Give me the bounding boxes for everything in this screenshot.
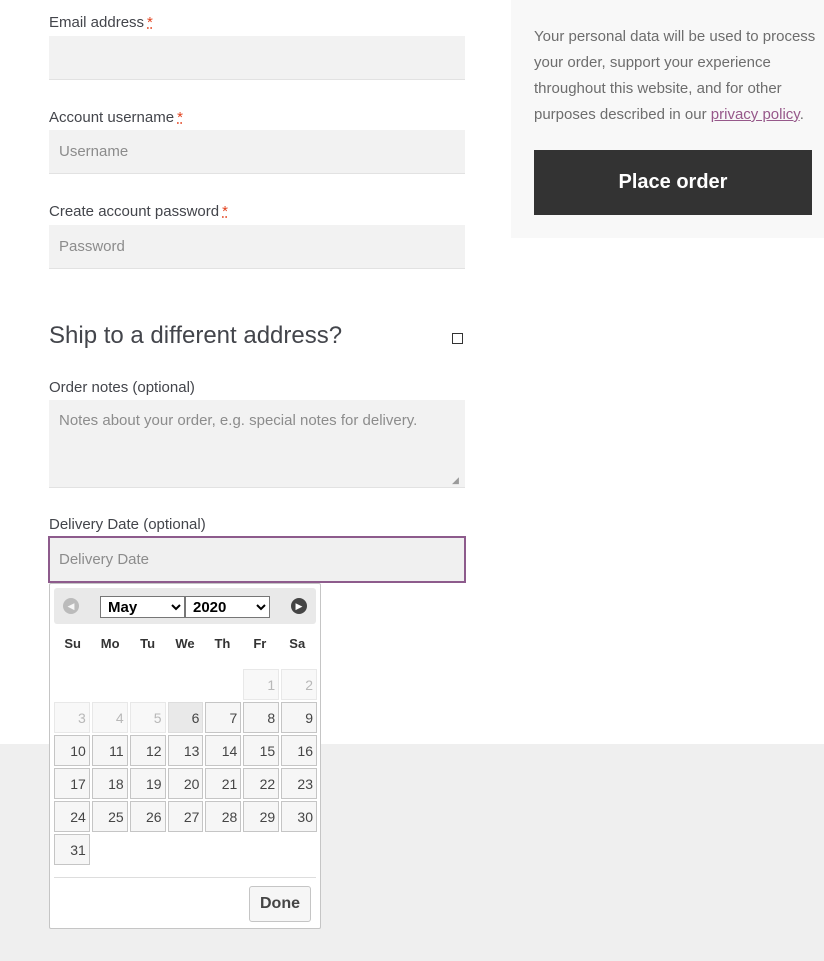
calendar-day[interactable]: 10 (54, 735, 90, 766)
weekday-header-row: Su Mo Tu We Th Fr Sa (54, 636, 316, 651)
calendar-day[interactable]: 30 (281, 801, 317, 832)
delivery-date-label: Delivery Date (optional) (49, 516, 206, 533)
calendar-day[interactable]: 23 (281, 768, 317, 799)
year-select[interactable]: 20202021 (185, 596, 270, 618)
weekday-label: Su (64, 636, 82, 651)
datepicker-divider (54, 877, 316, 878)
calendar-day[interactable]: 19 (129, 768, 166, 799)
calendar-day[interactable]: 13 (167, 735, 204, 766)
username-field[interactable] (49, 130, 465, 174)
calendar-day[interactable]: 28 (205, 801, 242, 832)
datepicker: ◀ JanFebMarAprMayJunJulAugSepOctNovDec 2… (49, 583, 321, 929)
calendar-empty-cell (54, 669, 90, 700)
calendar-day[interactable]: 22 (243, 768, 280, 799)
password-label: Create account password * (49, 203, 228, 220)
calendar-day[interactable]: 31 (54, 834, 90, 865)
password-field[interactable] (49, 225, 465, 269)
weekday-label: Th (214, 636, 231, 651)
calendar-day-disabled: 3 (54, 702, 90, 733)
calendar-day[interactable]: 18 (91, 768, 128, 799)
calendar-day-disabled: 2 (281, 669, 317, 700)
required-asterisk: * (147, 14, 153, 31)
calendar-day-disabled: 1 (243, 669, 280, 700)
month-select[interactable]: JanFebMarAprMayJunJulAugSepOctNovDec (100, 596, 185, 618)
calendar-day[interactable]: 6 (167, 702, 204, 733)
place-order-button[interactable]: Place order (534, 150, 812, 215)
username-label: Account username * (49, 109, 183, 126)
order-review-panel: Your personal data will be used to proce… (511, 0, 824, 238)
calendar-empty-cell (130, 669, 166, 700)
weekday-label: Mo (100, 636, 120, 651)
weekday-label: Sa (289, 636, 306, 651)
calendar-day[interactable]: 26 (129, 801, 166, 832)
weekday-label: We (175, 636, 195, 651)
privacy-notice-end: . (799, 106, 804, 123)
calendar-day-disabled: 4 (91, 702, 128, 733)
prev-month-icon[interactable]: ◀ (63, 598, 79, 614)
calendar-empty-cell (92, 669, 128, 700)
calendar-day[interactable]: 24 (54, 801, 90, 832)
calendar-day[interactable]: 8 (243, 702, 280, 733)
calendar-day[interactable]: 25 (91, 801, 128, 832)
privacy-policy-link[interactable]: privacy policy (711, 106, 800, 123)
calendar-grid: 1 2 3 4 5 6 7 8 9 10 11 12 13 14 15 16 17 18 19 20 21 22 23 24 2… (54, 669, 317, 867)
ship-different-address-heading: Ship to a different address? (49, 322, 343, 349)
calendar-day[interactable]: 17 (54, 768, 90, 799)
required-asterisk: * (177, 109, 183, 126)
calendar-day[interactable]: 9 (281, 702, 317, 733)
calendar-day[interactable]: 16 (281, 735, 317, 766)
email-label: Email address * (49, 14, 153, 31)
calendar-day[interactable]: 21 (205, 768, 242, 799)
calendar-empty-cell (168, 669, 204, 700)
calendar-day[interactable]: 7 (205, 702, 242, 733)
done-button[interactable]: Done (249, 886, 311, 922)
weekday-label: Tu (140, 636, 156, 651)
calendar-day[interactable]: 14 (205, 735, 242, 766)
calendar-day[interactable]: 11 (91, 735, 128, 766)
calendar-day[interactable]: 12 (129, 735, 166, 766)
calendar-day[interactable]: 27 (167, 801, 204, 832)
ship-different-address-checkbox[interactable] (452, 333, 463, 344)
order-notes-field[interactable] (49, 400, 465, 488)
calendar-day[interactable]: 29 (243, 801, 280, 832)
calendar-empty-cell (205, 669, 241, 700)
next-month-icon[interactable]: ▶ (291, 598, 307, 614)
delivery-date-field[interactable] (48, 536, 466, 583)
resize-grip-icon[interactable]: ◢ (452, 475, 462, 485)
privacy-notice: Your personal data will be used to proce… (534, 24, 819, 128)
required-asterisk: * (222, 203, 228, 220)
order-notes-label: Order notes (optional) (49, 379, 195, 396)
calendar-day[interactable]: 20 (167, 768, 204, 799)
weekday-label: Fr (253, 636, 267, 651)
datepicker-header: ◀ JanFebMarAprMayJunJulAugSepOctNovDec 2… (54, 588, 316, 624)
calendar-day-disabled: 5 (129, 702, 166, 733)
calendar-day[interactable]: 15 (243, 735, 280, 766)
email-field[interactable] (49, 36, 465, 80)
